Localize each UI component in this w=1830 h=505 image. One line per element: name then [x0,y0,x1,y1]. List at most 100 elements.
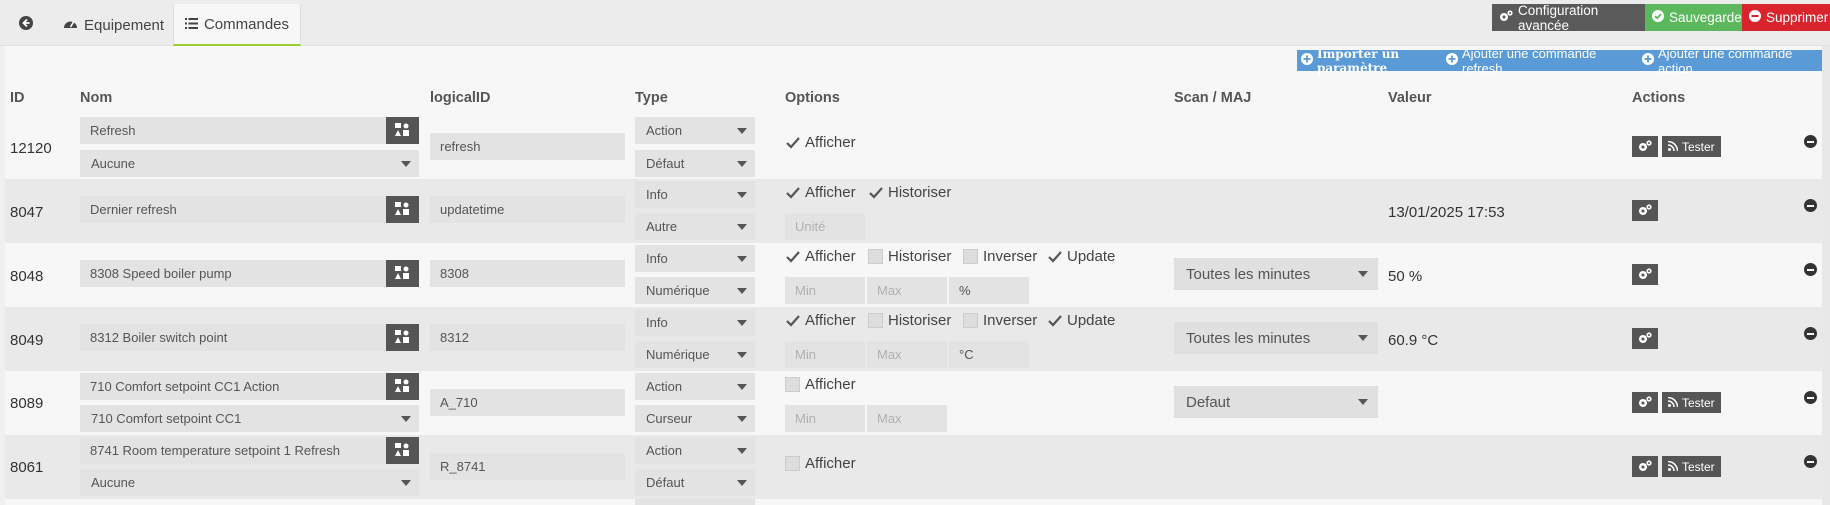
icon-picker-button[interactable] [386,373,419,400]
header-logicalid: logicalID [430,90,491,106]
remove-command-button[interactable] [1804,455,1817,468]
afficher-checkbox[interactable]: Afficher [785,134,856,151]
tester-button[interactable]: Tester [1662,392,1721,413]
afficher-checkbox[interactable]: Afficher [785,248,856,265]
icon-picker-button[interactable] [386,196,419,223]
cmd-name-input[interactable]: 710 Comfort setpoint CC1 Action [80,373,386,400]
type-select[interactable] [635,499,755,505]
logicalid-input[interactable]: 8308 [430,260,625,287]
tab-equipement[interactable]: Equipement [63,4,169,46]
min-input[interactable]: Min [785,277,865,304]
subtype-select[interactable]: Numérique [635,341,755,368]
icon-picker-button[interactable] [386,324,419,351]
config-button[interactable] [1632,136,1658,157]
import-param-button[interactable]: Importer un paramètre [1297,47,1442,75]
unchecked-box [785,377,800,392]
unit-input[interactable]: % [949,277,1029,304]
afficher-checkbox[interactable]: Afficher [785,455,856,472]
historiser-checkbox[interactable]: Historiser [868,184,951,201]
cmd-value-select[interactable]: Aucune [80,469,419,496]
config-button[interactable] [1632,264,1658,285]
unchecked-box [868,313,883,328]
subtype-select[interactable]: Défaut [635,150,755,177]
remove-command-button[interactable] [1804,391,1817,404]
type-select[interactable]: Action [635,117,755,144]
cmd-name-input[interactable]: 8741 Room temperature setpoint 1 Refresh [80,437,386,464]
historiser-label: Historiser [888,248,952,265]
save-button[interactable]: Sauvegarder [1645,4,1746,31]
advanced-config-button[interactable]: Configuration avancée [1492,3,1645,33]
remove-command-button[interactable] [1804,263,1817,276]
update-label: Update [1067,312,1116,329]
max-input[interactable]: Max [867,341,947,368]
tab-back[interactable] [5,4,47,46]
tab-commandes[interactable]: Commandes [173,4,301,46]
logicalid-input[interactable]: A_710 [430,389,625,416]
logicalid-input[interactable]: R_8741 [430,453,625,480]
scrollbar[interactable] [1822,46,1830,505]
type-select[interactable]: Action [635,373,755,400]
type-select[interactable]: Info [635,309,755,336]
plus-circle-icon [1301,53,1313,68]
afficher-checkbox[interactable]: Afficher [785,184,856,201]
scan-select[interactable]: Toutes les minutes [1174,322,1378,354]
cmd-name-input[interactable]: 8308 Speed boiler pump [80,260,386,287]
historiser-label: Historiser [888,312,952,329]
rss-icon [1667,140,1679,154]
scan-select[interactable]: Toutes les minutes [1174,258,1378,290]
cmd-name-input[interactable]: 8312 Boiler switch point [80,324,386,351]
logicalid-input[interactable]: updatetime [430,196,625,223]
historiser-checkbox[interactable]: Historiser [868,312,951,329]
afficher-checkbox[interactable]: Afficher [785,376,856,393]
config-button[interactable] [1632,328,1658,349]
type-select[interactable]: Info [635,245,755,272]
inverser-checkbox[interactable]: Inverser [963,312,1037,329]
add-action-button[interactable]: Ajouter une commande action [1638,46,1824,76]
min-input[interactable]: Min [785,341,865,368]
logicalid-input[interactable]: 8312 [430,324,625,351]
add-refresh-button[interactable]: Ajouter une commande refresh [1442,46,1638,76]
list-icon [184,16,198,33]
min-input[interactable]: Min [785,405,865,432]
subtype-select[interactable]: Autre [635,213,755,240]
inverser-checkbox[interactable]: Inverser [963,248,1037,265]
cmd-value-select[interactable]: Aucune [80,150,419,177]
logicalid-input[interactable]: refresh [430,133,625,160]
tester-button[interactable]: Tester [1662,136,1721,157]
icon-picker-button[interactable] [386,260,419,287]
tester-button[interactable]: Tester [1662,456,1721,477]
afficher-label: Afficher [805,376,856,393]
remove-command-button[interactable] [1804,135,1817,148]
remove-command-button[interactable] [1804,199,1817,212]
unit-input[interactable]: Unité [785,213,865,240]
cmd-id: 8089 [10,395,44,412]
cmd-value-select[interactable]: 710 Comfort setpoint CC1 [80,405,419,432]
historiser-label: Historiser [888,184,952,201]
cmd-name-input[interactable]: Refresh [80,117,386,144]
icon-picker-button[interactable] [386,437,419,464]
config-button[interactable] [1632,456,1658,477]
delete-button[interactable]: Supprimer [1742,4,1830,31]
tester-label: Tester [1682,459,1715,474]
type-select[interactable]: Action [635,437,755,464]
config-button[interactable] [1632,392,1658,413]
max-input[interactable]: Max [867,277,947,304]
unit-input[interactable]: °C [949,341,1029,368]
add-refresh-label: Ajouter une commande refresh [1462,45,1597,76]
afficher-checkbox[interactable]: Afficher [785,312,856,329]
remove-command-button[interactable] [1804,327,1817,340]
icons-icon [395,265,410,282]
update-checkbox[interactable]: Update [1047,312,1115,329]
cmd-name-input[interactable]: Dernier refresh [80,196,386,223]
subtype-select[interactable]: Curseur [635,405,755,432]
type-select[interactable]: Info [635,181,755,208]
subtype-select[interactable]: Défaut [635,469,755,496]
update-checkbox[interactable]: Update [1047,248,1115,265]
config-button[interactable] [1632,200,1658,221]
scan-select[interactable]: Defaut [1174,386,1378,418]
icon-picker-button[interactable] [386,117,419,144]
historiser-checkbox[interactable]: Historiser [868,248,951,265]
max-input[interactable]: Max [867,405,947,432]
subtype-select[interactable]: Numérique [635,277,755,304]
cmd-id: 8047 [10,204,44,221]
